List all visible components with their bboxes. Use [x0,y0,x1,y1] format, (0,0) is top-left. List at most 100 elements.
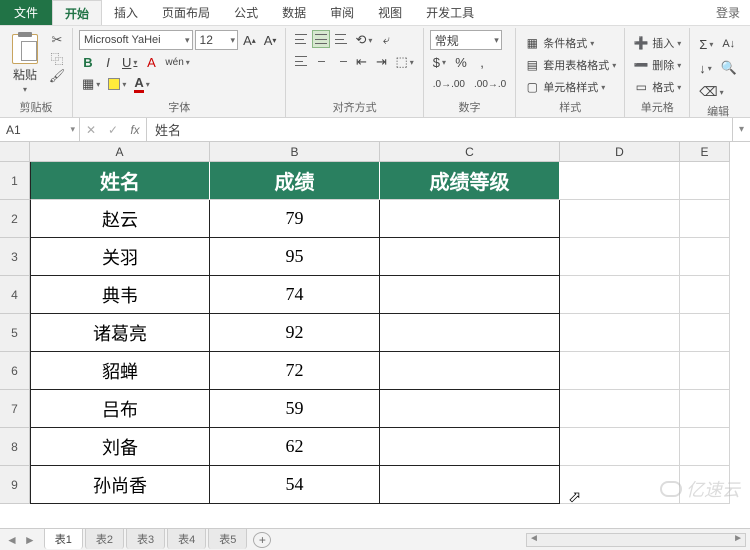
align-left-icon[interactable] [292,52,310,70]
enter-formula-icon[interactable]: ✓ [102,123,124,137]
row-header-4[interactable]: 4 [0,276,30,314]
login-link[interactable]: 登录 [706,0,750,25]
format-painter-icon[interactable]: 🖌 [48,68,66,84]
number-format-combo[interactable]: 常规▾ [430,30,502,50]
table-cell[interactable] [380,466,560,504]
font-size-combo[interactable]: 12▾ [195,30,239,50]
column-header-A[interactable]: A [30,142,210,162]
table-cell[interactable]: 72 [210,352,380,390]
decrease-decimal-icon[interactable]: .00→.0 [471,74,509,94]
decrease-font-icon[interactable]: A▾ [261,30,280,50]
insert-cells-button[interactable]: ➕插入▾ [631,34,683,52]
formula-input[interactable]: 姓名 [147,118,732,141]
row-header-2[interactable]: 2 [0,200,30,238]
increase-decimal-icon[interactable]: .0→.00 [430,74,468,94]
empty-cell[interactable] [560,466,680,504]
tab-home[interactable]: 开始 [52,0,102,25]
empty-cell[interactable] [560,352,680,390]
fill-color-button[interactable] [105,74,129,94]
find-select-button[interactable]: 🔍 [718,58,740,78]
sheet-tab[interactable]: 表2 [85,528,124,549]
cut-icon[interactable]: ✂ [48,32,66,48]
sort-filter-button[interactable]: A↓ [719,34,738,54]
empty-cell[interactable] [680,314,730,352]
border-button[interactable]: ▦ [79,74,103,94]
empty-cell[interactable] [680,238,730,276]
empty-cell[interactable] [680,352,730,390]
cells-area[interactable]: 姓名成绩成绩等级赵云79关羽95典韦74诸葛亮92貂蝉72吕布59刘备62孙尚香… [30,162,730,504]
autosum-button[interactable]: Σ [696,34,716,54]
table-cell[interactable] [380,352,560,390]
table-cell[interactable]: 54 [210,466,380,504]
row-header-3[interactable]: 3 [0,238,30,276]
column-header-B[interactable]: B [210,142,380,162]
cell-styles-button[interactable]: ▢单元格样式▾ [522,78,607,96]
empty-cell[interactable] [560,162,680,200]
column-header-C[interactable]: C [380,142,560,162]
bold-button[interactable]: B [79,52,97,72]
row-header-6[interactable]: 6 [0,352,30,390]
table-cell[interactable]: 孙尚香 [30,466,210,504]
new-sheet-button[interactable]: + [253,532,271,548]
tab-developer[interactable]: 开发工具 [414,0,486,25]
empty-cell[interactable] [680,390,730,428]
table-cell[interactable] [380,238,560,276]
align-bottom-icon[interactable] [332,30,350,48]
table-cell[interactable] [380,200,560,238]
table-cell[interactable] [380,428,560,466]
increase-font-icon[interactable]: A▴ [240,30,259,50]
table-cell[interactable]: 95 [210,238,380,276]
row-header-9[interactable]: 9 [0,466,30,504]
sheet-nav-first-icon[interactable]: ◄ [6,533,18,547]
table-cell[interactable] [380,276,560,314]
table-cell[interactable]: 典韦 [30,276,210,314]
tab-view[interactable]: 视图 [366,0,414,25]
align-right-icon[interactable] [332,52,350,70]
font-name-combo[interactable]: Microsoft YaHei▾ [79,30,193,50]
paste-button[interactable]: 粘贴 ▾ [6,30,44,94]
wrap-text-button[interactable]: ⤶ [377,30,395,50]
horizontal-scrollbar[interactable] [526,533,746,547]
empty-cell[interactable] [560,314,680,352]
orientation-button[interactable]: ⟲ [352,30,375,50]
tab-page-layout[interactable]: 页面布局 [150,0,222,25]
phonetic-button[interactable]: wén [162,52,192,72]
column-header-E[interactable]: E [680,142,730,162]
tab-review[interactable]: 审阅 [318,0,366,25]
delete-cells-button[interactable]: ➖删除▾ [631,56,683,74]
table-cell[interactable]: 诸葛亮 [30,314,210,352]
row-header-5[interactable]: 5 [0,314,30,352]
increase-indent-icon[interactable]: ⇥ [372,52,390,72]
decrease-indent-icon[interactable]: ⇤ [352,52,370,72]
clear-button[interactable]: ⌫ [696,82,726,102]
file-menu[interactable]: 文件 [0,0,52,25]
sheet-tab[interactable]: 表3 [126,528,165,549]
table-cell[interactable]: 关羽 [30,238,210,276]
empty-cell[interactable] [560,238,680,276]
table-cell[interactable]: 刘备 [30,428,210,466]
empty-cell[interactable] [560,390,680,428]
row-header-8[interactable]: 8 [0,428,30,466]
font-color-a[interactable]: A [142,52,160,72]
empty-cell[interactable] [680,428,730,466]
empty-cell[interactable] [680,466,730,504]
comma-format-icon[interactable]: , [473,52,491,72]
sheet-tab[interactable]: 表5 [208,528,247,549]
align-top-icon[interactable] [292,30,310,48]
insert-function-icon[interactable]: fx [124,123,146,137]
table-cell[interactable]: 赵云 [30,200,210,238]
sheet-tab[interactable]: 表1 [44,528,83,549]
conditional-format-button[interactable]: ▦条件格式▾ [522,34,596,52]
table-header-cell[interactable]: 成绩 [210,162,380,200]
table-cell[interactable]: 92 [210,314,380,352]
format-as-table-button[interactable]: ▤套用表格格式▾ [522,56,618,74]
empty-cell[interactable] [680,276,730,314]
empty-cell[interactable] [680,162,730,200]
table-cell[interactable]: 62 [210,428,380,466]
italic-button[interactable]: I [99,52,117,72]
row-header-7[interactable]: 7 [0,390,30,428]
tab-insert[interactable]: 插入 [102,0,150,25]
empty-cell[interactable] [560,428,680,466]
copy-icon[interactable]: ⿻ [48,50,66,66]
tab-formulas[interactable]: 公式 [222,0,270,25]
